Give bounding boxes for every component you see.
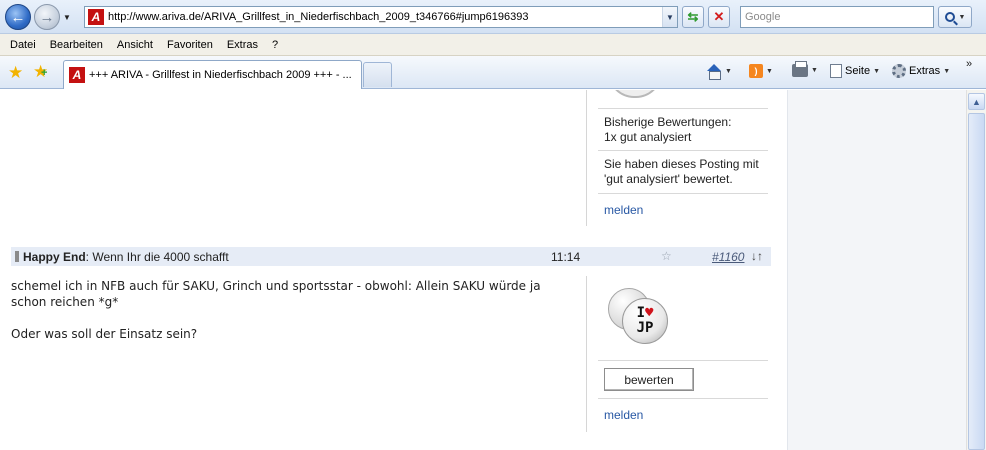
rating-notice-line1: Sie haben dieses Posting mit [604, 157, 759, 171]
right-gutter [787, 90, 966, 450]
search-placeholder: Google [745, 11, 781, 23]
menu-extras[interactable]: Extras [220, 39, 265, 51]
gear-icon [892, 64, 906, 78]
home-icon [706, 64, 722, 80]
new-tab-button[interactable] [363, 62, 392, 87]
post-header: Happy End : Wenn Ihr die 4000 schafft 11… [11, 247, 771, 266]
feeds-dropdown-icon[interactable]: ▼ [766, 68, 773, 75]
rate-button[interactable]: bewerten [604, 368, 694, 391]
divider [598, 360, 768, 361]
divider [598, 193, 768, 194]
url-dropdown-icon[interactable]: ▼ [662, 7, 677, 27]
divider [598, 108, 768, 109]
refresh-icon: ⇆ [687, 9, 699, 24]
post-author[interactable]: Happy End [23, 250, 86, 264]
post-navigation-arrows[interactable]: ↓↑ [751, 249, 763, 263]
user-avatar: I♥ JP [606, 288, 670, 348]
post-time: 11:14 [551, 250, 581, 264]
menu-bearbeiten[interactable]: Bearbeiten [43, 39, 110, 51]
tools-menu-button[interactable]: Extras ▼ [892, 64, 950, 78]
vertical-scrollbar[interactable]: ▲ [966, 90, 986, 450]
post-marker [15, 251, 19, 262]
history-dropdown-icon[interactable]: ▼ [63, 13, 71, 22]
tools-dropdown-icon: ▼ [943, 67, 951, 75]
i-love-jp-badge-icon: I♥ JP [622, 298, 668, 344]
address-field[interactable]: A http://www.ariva.de/ARIVA_Grillfest_in… [84, 6, 678, 28]
back-button[interactable]: ← [5, 4, 31, 30]
back-arrow-icon: ← [10, 8, 26, 26]
tab-ariva-grillfest[interactable]: A +++ ARIVA - Grillfest in Niederfischba… [63, 60, 362, 89]
menu-datei[interactable]: Datei [0, 39, 43, 51]
forward-arrow-icon: → [39, 8, 55, 26]
post-subject: : Wenn Ihr die 4000 schafft [85, 249, 229, 264]
chevron-more-icon[interactable]: » [966, 58, 972, 70]
badge-text-jp: JP [636, 320, 654, 336]
address-toolbar: ← → ▼ A http://www.ariva.de/ARIVA_Grillf… [0, 0, 986, 34]
rss-icon: ) [749, 64, 763, 78]
refresh-button[interactable]: ⇆ [682, 6, 704, 28]
post-text-paragraph: schemel ich in NFB auch für SAKU, Grinch… [11, 279, 541, 309]
page-content: Bisherige Bewertungen: 1x gut analysiert… [0, 90, 966, 450]
tools-menu-label: Extras [909, 65, 941, 77]
page-dropdown-icon: ▼ [873, 67, 881, 75]
divider [598, 150, 768, 151]
bookmark-star-icon[interactable]: ☆ [661, 249, 672, 263]
scroll-up-icon[interactable]: ▲ [968, 93, 985, 110]
scroll-thumb[interactable] [968, 113, 985, 450]
ratings-heading: Bisherige Bewertungen: [604, 115, 732, 129]
print-dropdown-icon[interactable]: ▼ [811, 67, 818, 74]
page-menu-label: Seite [845, 65, 871, 77]
feeds-button[interactable]: ) ▼ [749, 64, 773, 78]
home-button[interactable]: ▼ [706, 64, 732, 80]
home-dropdown-icon[interactable]: ▼ [725, 68, 732, 75]
printer-icon [792, 61, 808, 77]
post-number-link[interactable]: #1160 [712, 250, 744, 264]
stop-button[interactable]: ✕ [708, 6, 730, 28]
menu-favoriten[interactable]: Favoriten [160, 39, 220, 51]
stop-icon: ✕ [713, 9, 725, 24]
menu-bar: Datei Bearbeiten Ansicht Favoriten Extra… [0, 34, 986, 56]
add-favorite-icon[interactable]: ★ + [33, 62, 48, 82]
menu-help[interactable]: ? [265, 39, 285, 51]
divider [598, 398, 768, 399]
tab-title: +++ ARIVA - Grillfest in Niederfischbach… [89, 69, 352, 81]
search-button[interactable]: ▼ [938, 6, 972, 28]
heart-icon: ♥ [645, 305, 654, 321]
search-options-icon[interactable]: ▼ [959, 14, 966, 21]
page-menu-button[interactable]: Seite ▼ [830, 64, 880, 78]
favorites-star-icon[interactable]: ★ [8, 63, 23, 83]
previous-post-avatar [608, 90, 662, 98]
tab-bar: ★ ★ + A +++ ARIVA - Grillfest in Niederfi… [0, 56, 986, 89]
search-icon [944, 12, 955, 22]
tab-favicon-icon: A [69, 67, 85, 83]
forward-button[interactable]: → [34, 4, 60, 30]
badge-text-i: I [636, 305, 645, 321]
page-icon [830, 64, 842, 78]
side-panel-border [586, 90, 587, 226]
report-link[interactable]: melden [604, 408, 643, 422]
report-link-previous[interactable]: melden [604, 203, 643, 217]
ratings-value: 1x gut analysiert [604, 130, 692, 144]
menu-ansicht[interactable]: Ansicht [110, 39, 160, 51]
post-text-paragraph: Oder was soll der Einsatz sein? [11, 327, 198, 341]
print-button[interactable]: ▼ [792, 61, 818, 77]
rating-notice-line2: 'gut analysiert' bewertet. [604, 172, 733, 186]
url-text[interactable]: http://www.ariva.de/ARIVA_Grillfest_in_N… [108, 11, 662, 23]
search-input[interactable]: Google [740, 6, 934, 28]
post-body: schemel ich in NFB auch für SAKU, Grinch… [11, 278, 571, 358]
site-favicon-icon: A [88, 9, 104, 25]
side-panel-border [586, 276, 587, 432]
